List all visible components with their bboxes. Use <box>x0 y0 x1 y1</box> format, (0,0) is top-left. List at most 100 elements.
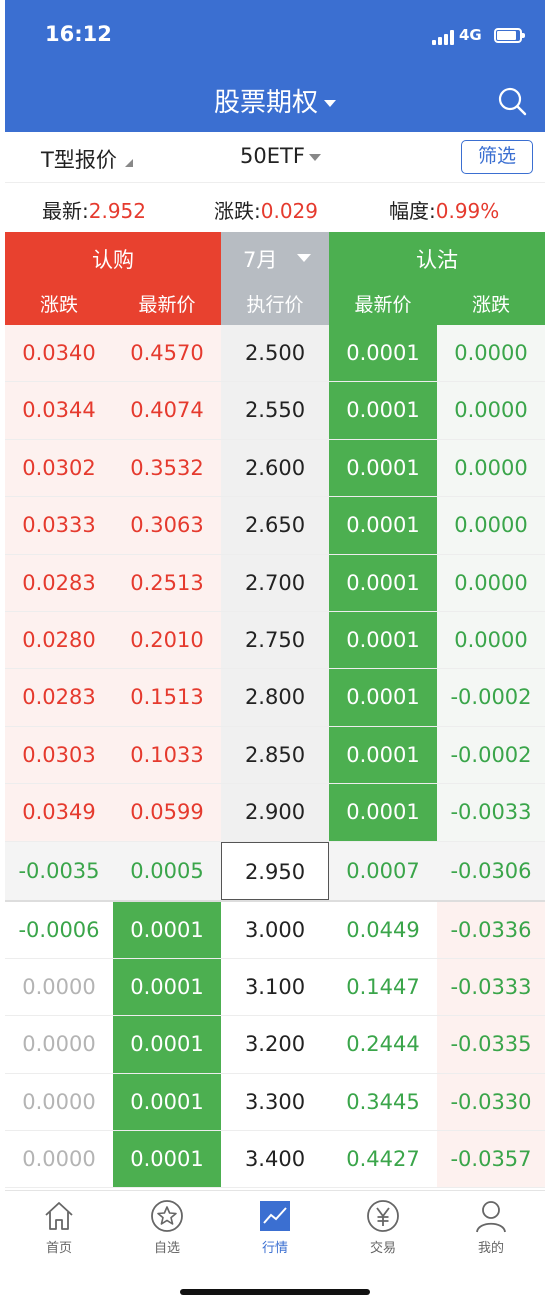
tab-home[interactable]: 首页 <box>5 1191 113 1261</box>
call-price-cell[interactable]: 0.3532 <box>113 439 221 497</box>
col-call-price: 最新价 <box>138 294 196 316</box>
call-change-cell: 0.0344 <box>5 382 113 439</box>
call-price-cell[interactable]: 0.0001 <box>113 1131 221 1188</box>
strike-cell: 2.800 <box>221 669 329 726</box>
call-price-cell[interactable]: 0.0599 <box>113 784 221 841</box>
put-price-cell[interactable]: 0.0449 <box>329 901 437 958</box>
tab-watchlist[interactable]: 自选 <box>113 1191 221 1261</box>
page-title: 股票期权 <box>213 88 318 118</box>
call-change-cell: 0.0283 <box>5 669 113 726</box>
table-row[interactable]: 0.0333 0.3063 2.650 0.0001 0.0000 <box>5 497 545 555</box>
put-price-cell[interactable]: 0.0001 <box>329 325 437 382</box>
call-price-cell[interactable]: 0.4570 <box>113 325 221 382</box>
put-change-cell: -0.0033 <box>437 784 545 841</box>
tab-profile[interactable]: 我的 <box>437 1191 545 1261</box>
table-row[interactable]: 0.0283 0.2513 2.700 0.0001 0.0000 <box>5 554 545 612</box>
t-quote-mode-selector[interactable]: T型报价 <box>41 144 133 174</box>
corner-triangle-icon <box>124 159 133 167</box>
call-price-cell[interactable]: 0.0001 <box>113 958 221 1016</box>
strike-cell: 3.100 <box>221 958 329 1016</box>
put-price-cell[interactable]: 0.3445 <box>329 1073 437 1131</box>
call-change-cell: 0.0000 <box>5 1073 113 1131</box>
put-price-cell[interactable]: 0.0001 <box>329 726 437 784</box>
put-change-cell: -0.0335 <box>437 1016 545 1073</box>
call-price-cell[interactable]: 0.0001 <box>113 1016 221 1073</box>
call-change-cell: 0.0000 <box>5 1016 113 1073</box>
tab-label: 我的 <box>477 1241 504 1256</box>
chevron-down-icon <box>308 153 321 161</box>
call-change-cell: 0.0349 <box>5 784 113 841</box>
call-price-cell[interactable]: 0.2010 <box>113 611 221 669</box>
call-change-cell: 0.0303 <box>5 726 113 784</box>
put-change-cell: 0.0000 <box>437 497 545 554</box>
signal-icon <box>432 29 456 45</box>
call-price-cell[interactable]: 0.0001 <box>113 901 221 958</box>
col-call-change: 涨跌 <box>39 294 78 316</box>
put-change-cell: 0.0000 <box>437 611 545 669</box>
toolbar: T型报价 50ETF 筛选 <box>5 132 545 182</box>
table-row[interactable]: 0.0302 0.3532 2.600 0.0001 0.0000 <box>5 439 545 498</box>
call-price-cell[interactable]: 0.4074 <box>113 382 221 439</box>
month-label: 7月 <box>243 248 278 272</box>
call-title: 认购 <box>92 248 134 272</box>
table-row[interactable]: 0.0000 0.0001 3.200 0.2444 -0.0335 <box>5 1016 545 1074</box>
strike-cell: 2.650 <box>221 497 329 554</box>
price-change-pct: 幅度:0.99% <box>389 199 500 223</box>
put-price-cell[interactable]: 0.0001 <box>329 611 437 669</box>
call-change-cell: -0.0006 <box>5 901 113 958</box>
call-change-cell: -0.0035 <box>18 858 100 883</box>
call-price-cell[interactable]: 0.0005 <box>113 842 221 900</box>
table-row[interactable]: 0.0344 0.4074 2.550 0.0001 0.0000 <box>5 382 545 440</box>
call-change-cell: 0.0000 <box>5 1131 113 1188</box>
table-row[interactable]: 0.0000 0.0001 3.100 0.1447 -0.0333 <box>5 958 545 1017</box>
put-price-cell[interactable]: 0.0001 <box>329 554 437 611</box>
strike-header: 7月 执行价 <box>221 232 329 325</box>
filter-button[interactable]: 筛选 <box>461 140 533 174</box>
title-bar: 股票期权 <box>5 74 545 132</box>
col-put-change: 涨跌 <box>471 294 510 316</box>
table-row[interactable]: 0.0303 0.1033 2.850 0.0001 -0.0002 <box>5 726 545 785</box>
call-price-cell[interactable]: 0.2513 <box>113 554 221 611</box>
tab-market[interactable]: 行情 <box>221 1191 329 1261</box>
option-table-header: 认购 涨跌 最新价 7月 执行价 认沽 最新价 涨跌 <box>5 232 545 325</box>
call-price-cell[interactable]: 0.1033 <box>113 726 221 784</box>
call-header: 认购 涨跌 最新价 <box>5 232 221 325</box>
page-title-dropdown[interactable]: 股票期权 <box>5 82 545 119</box>
call-change-cell: 0.0333 <box>5 497 113 554</box>
table-row[interactable]: 0.0000 0.0001 3.300 0.3445 -0.0330 <box>5 1073 545 1132</box>
table-row[interactable]: -0.0006 0.0001 3.000 0.0449 -0.0336 <box>5 901 545 959</box>
table-row[interactable]: 0.0283 0.1513 2.800 0.0001 -0.0002 <box>5 669 545 727</box>
strike-cell: 2.500 <box>221 325 329 382</box>
put-change-cell: -0.0002 <box>437 669 545 726</box>
strike-cell: 2.600 <box>221 439 329 497</box>
home-indicator[interactable] <box>180 1289 370 1295</box>
put-change-cell: 0.0000 <box>437 382 545 439</box>
put-price-cell[interactable]: 0.0001 <box>329 784 437 841</box>
put-price-cell[interactable]: 0.0001 <box>329 382 437 439</box>
put-price-cell[interactable]: 0.0001 <box>329 497 437 554</box>
put-price-cell[interactable]: 0.0001 <box>329 669 437 726</box>
call-price-cell[interactable]: 0.0001 <box>113 1073 221 1131</box>
table-row[interactable]: 0.0349 0.0599 2.900 0.0001 -0.0033 <box>5 784 545 842</box>
status-bar: 16:12 4G <box>5 0 545 74</box>
status-time: 16:12 <box>45 22 112 46</box>
table-row[interactable]: 0.0340 0.4570 2.500 0.0001 0.0000 <box>5 325 545 383</box>
tab-label: 行情 <box>261 1241 288 1256</box>
underlying-selector[interactable]: 50ETF <box>240 144 321 168</box>
put-change-cell: 0.0000 <box>437 439 545 497</box>
table-row-atm[interactable]: -0.0035 0.0005 2.950 0.0007 -0.0306 <box>5 841 545 902</box>
put-price-cell[interactable]: 0.4427 <box>329 1131 437 1188</box>
strike-cell: 2.550 <box>221 382 329 439</box>
bottom-tab-bar: 首页 自选 行情 交易 我的 <box>5 1190 545 1260</box>
tab-trade[interactable]: 交易 <box>329 1191 437 1261</box>
table-row[interactable]: 0.0000 0.0001 3.400 0.4427 -0.0357 <box>5 1131 545 1189</box>
put-price-cell[interactable]: 0.1447 <box>329 958 437 1016</box>
call-price-cell[interactable]: 0.1513 <box>113 669 221 726</box>
search-icon[interactable] <box>497 86 527 116</box>
put-price-cell[interactable]: 0.0001 <box>329 439 437 497</box>
table-row[interactable]: 0.0280 0.2010 2.750 0.0001 0.0000 <box>5 611 545 670</box>
put-price-cell[interactable]: 0.0007 <box>329 842 437 900</box>
strike-cell: 3.000 <box>221 901 329 958</box>
call-price-cell[interactable]: 0.3063 <box>113 497 221 554</box>
put-price-cell[interactable]: 0.2444 <box>329 1016 437 1073</box>
